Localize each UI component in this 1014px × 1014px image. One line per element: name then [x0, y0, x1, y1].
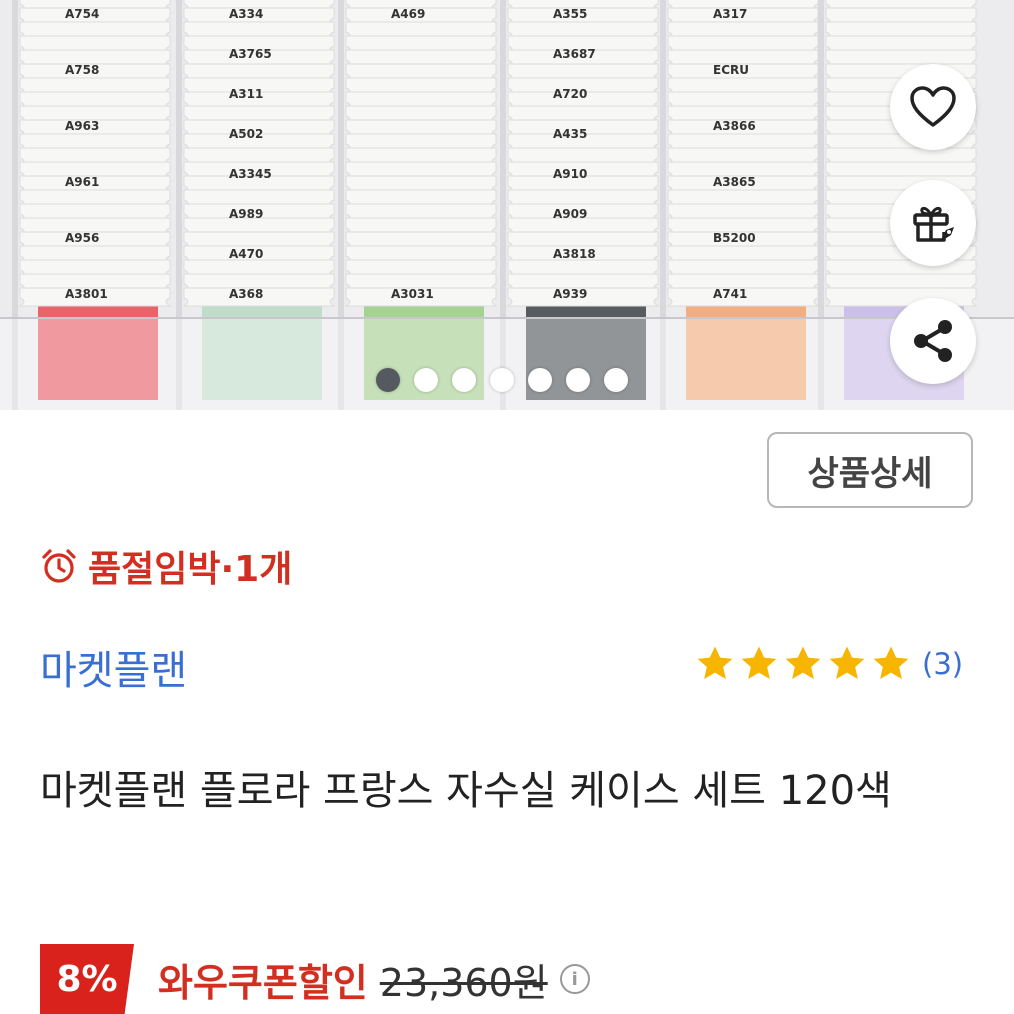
- product-image-carousel[interactable]: A754 A758 A963 A961 A956 A3801 A334 A3765 A311 A5…: [0, 0, 1014, 410]
- coupon-label: 와우쿠폰할인: [158, 960, 368, 1005]
- discount-badge: 8%: [40, 944, 134, 1014]
- bobbin-label: A3345: [229, 167, 272, 181]
- star-icon: [697, 646, 733, 679]
- carousel-dot[interactable]: [376, 368, 400, 392]
- product-title: 마켓플랜 플로라 프랑스 자수실 케이스 세트 120색: [40, 768, 892, 814]
- carousel-indicator: [376, 368, 628, 392]
- bobbin-label: B5200: [713, 231, 756, 245]
- review-count[interactable]: (3): [922, 647, 963, 681]
- carousel-dot[interactable]: [490, 368, 514, 392]
- rating[interactable]: (3): [694, 644, 963, 684]
- bobbin-label: A435: [553, 127, 587, 141]
- bobbin-label: A3801: [65, 287, 108, 301]
- alarm-clock-icon: [42, 549, 76, 583]
- like-button[interactable]: [890, 64, 976, 150]
- star-rating: [694, 644, 912, 684]
- bobbin-label: A368: [229, 287, 263, 301]
- bobbin-label: A3031: [391, 287, 434, 301]
- carousel-dot[interactable]: [566, 368, 590, 392]
- bobbin-label: A355: [553, 7, 587, 21]
- gift-icon: [913, 206, 954, 242]
- bobbin-label: A909: [553, 207, 587, 221]
- share-icon: [914, 320, 952, 362]
- bobbin-label: A963: [65, 119, 99, 133]
- original-price: 23,360원: [379, 960, 548, 1005]
- stock-warning: 품절임박·1개: [40, 540, 292, 592]
- bobbin-label: A741: [713, 287, 747, 301]
- carousel-dot[interactable]: [604, 368, 628, 392]
- bobbin-label: A311: [229, 87, 263, 101]
- stock-text: 품절임박·1개: [88, 549, 293, 590]
- product-photo: A754 A758 A963 A961 A956 A3801 A334 A3765 A311 A5…: [0, 0, 1014, 410]
- bobbin-label: A758: [65, 63, 99, 77]
- bobbin-label: A720: [553, 87, 587, 101]
- star-icon: [829, 646, 865, 679]
- bobbin-label: A3765: [229, 47, 272, 61]
- bobbin-label: A910: [553, 167, 587, 181]
- bobbin-label: A989: [229, 207, 263, 221]
- bobbin-label: A470: [229, 247, 263, 261]
- star-icon: [785, 646, 821, 679]
- star-icon: [741, 646, 777, 679]
- carousel-dot[interactable]: [414, 368, 438, 392]
- gift-button[interactable]: [890, 180, 976, 266]
- bobbin-label: ECRU: [713, 63, 749, 77]
- bobbin-label: A3687: [553, 47, 596, 61]
- bobbin-label: A956: [65, 231, 99, 245]
- seller-name[interactable]: 마켓플랜: [40, 638, 187, 696]
- bobbin-label: A3865: [713, 175, 756, 189]
- info-icon[interactable]: i: [559, 964, 590, 994]
- product-detail-button[interactable]: 상품상세: [767, 432, 973, 508]
- bobbin-label: A939: [553, 287, 587, 301]
- carousel-dot[interactable]: [452, 368, 476, 392]
- bobbin-label: A334: [229, 7, 263, 21]
- carousel-dot[interactable]: [528, 368, 552, 392]
- share-button[interactable]: [890, 298, 976, 384]
- heart-icon: [910, 86, 956, 127]
- price-row: 8% 와우쿠폰할인 23,360원 i: [40, 944, 590, 1014]
- bobbin-label: A3866: [713, 119, 756, 133]
- star-icon: [873, 646, 909, 679]
- bobbin-label: A961: [65, 175, 99, 189]
- bobbin-label: A3818: [553, 247, 596, 261]
- bobbin-label: A317: [713, 7, 747, 21]
- bobbin-label: A469: [391, 7, 425, 21]
- bobbin-label: A754: [65, 7, 99, 21]
- bobbin-label: A502: [229, 127, 263, 141]
